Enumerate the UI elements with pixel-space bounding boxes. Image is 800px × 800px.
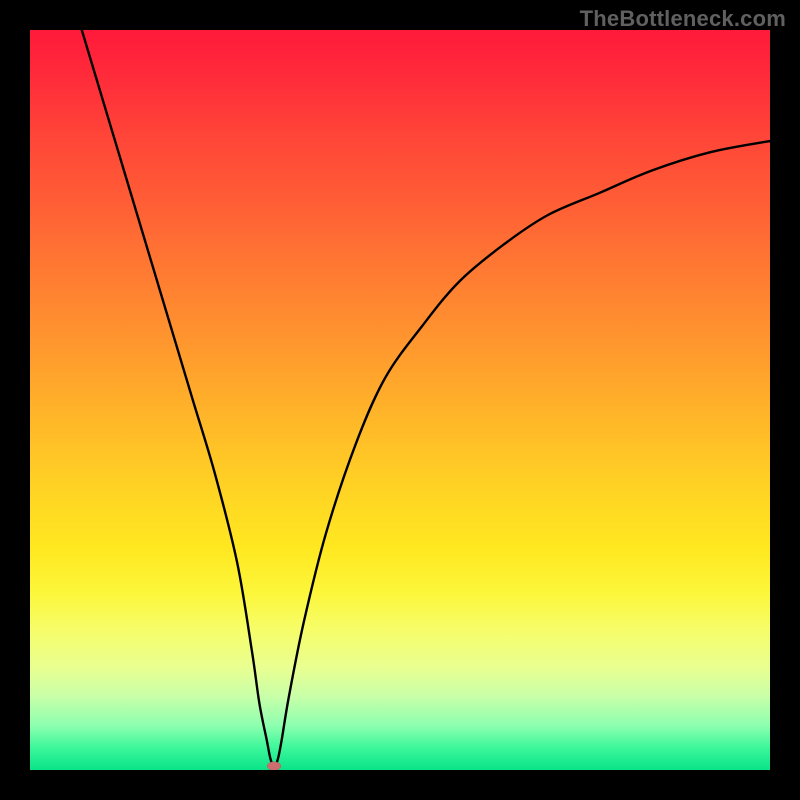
optimal-point-marker (267, 762, 281, 770)
bottleneck-curve (30, 30, 770, 770)
plot-area (30, 30, 770, 770)
watermark-label: TheBottleneck.com (580, 6, 786, 32)
chart-frame: TheBottleneck.com (0, 0, 800, 800)
